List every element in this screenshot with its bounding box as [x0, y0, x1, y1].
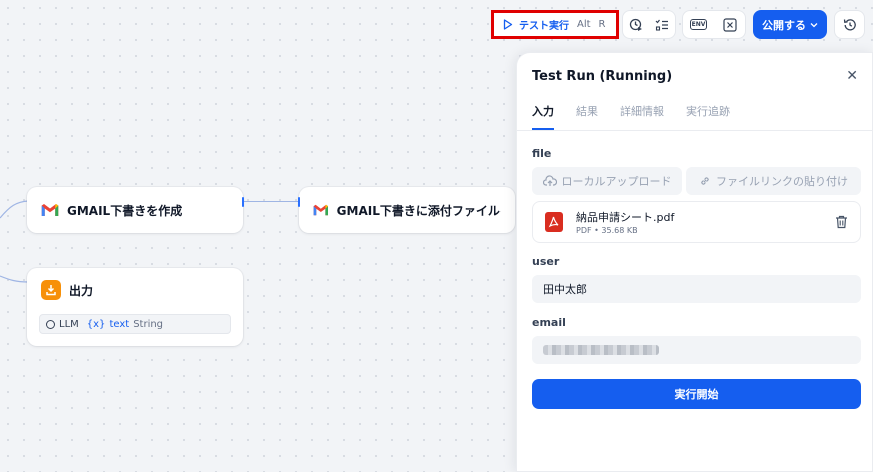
node-title: GMAIL下書きを作成 — [67, 203, 183, 218]
paste-file-link-button[interactable]: ファイルリンクの貼り付け — [686, 167, 861, 195]
cloud-upload-icon — [542, 175, 557, 186]
variable-type: String — [133, 318, 164, 330]
file-name: 納品申請シート.pdf — [576, 211, 675, 224]
tab-trace[interactable]: 実行追跡 — [686, 103, 730, 130]
variable-icon — [722, 17, 737, 32]
tab-divider — [517, 130, 872, 131]
chevron-down-icon — [810, 22, 818, 27]
local-upload-button[interactable]: ローカルアップロード — [532, 167, 682, 195]
link-icon — [701, 177, 709, 185]
shortcut-key: R — [598, 19, 606, 30]
play-icon — [503, 19, 513, 30]
paste-file-link-label: ファイルリンクの貼り付け — [716, 175, 848, 188]
publish-label: 公開する — [762, 18, 806, 32]
history-button[interactable] — [834, 10, 865, 39]
email-input[interactable] — [532, 336, 861, 364]
node-output[interactable]: 出力 LLM {x} text String — [27, 268, 243, 346]
panel-title: Test Run (Running) — [532, 69, 673, 84]
gmail-icon — [41, 204, 59, 216]
file-type: PDF — [576, 226, 592, 235]
history-icon — [843, 18, 856, 31]
local-upload-label: ローカルアップロード — [561, 175, 672, 188]
node-title: GMAIL下書きに添付ファイルを... — [336, 203, 501, 218]
user-label: user — [532, 255, 560, 268]
file-meta-separator: • — [594, 226, 599, 235]
test-run-panel: Test Run (Running) ✕ 入力 結果 詳細情報 実行追跡 fil… — [516, 52, 873, 472]
file-meta: PDF • 35.68 KB — [576, 226, 638, 235]
panel-tabs: 入力 結果 詳細情報 実行追跡 — [532, 103, 730, 130]
redacted-email-value — [543, 345, 659, 355]
edge-incoming-create — [0, 200, 29, 219]
toolbar-group-tools — [622, 10, 676, 39]
edge-incoming-output — [0, 275, 29, 283]
output-variable[interactable]: LLM {x} text String — [39, 314, 231, 334]
node-gmail-add-attachment[interactable]: GMAIL下書きに添付ファイルを... — [298, 187, 515, 233]
checklist-icon — [655, 19, 668, 31]
file-label: file — [532, 147, 552, 160]
output-node-icon — [41, 280, 61, 300]
gmail-icon — [313, 204, 329, 216]
variable-source: LLM — [59, 318, 79, 330]
user-input[interactable]: 田中太郎 — [532, 275, 861, 303]
toolbar-group-env: ENV — [682, 10, 746, 39]
tab-result[interactable]: 結果 — [576, 103, 598, 130]
input-handle[interactable] — [298, 197, 300, 207]
start-run-button[interactable]: 実行開始 — [532, 379, 861, 409]
env-button[interactable]: ENV — [686, 12, 712, 38]
test-run-label: テスト実行 — [519, 21, 569, 32]
env-icon: ENV — [689, 19, 708, 30]
test-run-button[interactable]: テスト実行 Alt R — [491, 10, 619, 39]
trash-icon — [836, 215, 847, 229]
run-history-button[interactable] — [623, 12, 649, 38]
uploaded-file-card: 納品申請シート.pdf PDF • 35.68 KB — [532, 201, 861, 243]
variable-button[interactable] — [717, 12, 743, 38]
tab-input[interactable]: 入力 — [532, 103, 554, 130]
edge-create-to-attach — [244, 201, 300, 202]
shortcut-alt: Alt — [577, 19, 591, 30]
close-icon[interactable]: ✕ — [846, 68, 858, 84]
node-gmail-create-draft[interactable]: GMAIL下書きを作成 — [27, 187, 244, 233]
output-handle[interactable] — [242, 197, 244, 207]
variable-name: text — [109, 318, 130, 330]
tab-details[interactable]: 詳細情報 — [620, 103, 664, 130]
pdf-file-icon — [545, 212, 563, 232]
variable-marker: {x} — [86, 318, 106, 330]
node-title: 出力 — [69, 283, 94, 298]
delete-file-button[interactable] — [835, 214, 848, 233]
llm-icon — [46, 319, 55, 329]
clock-play-icon — [629, 18, 642, 31]
file-size: 35.68 KB — [601, 226, 638, 235]
publish-button[interactable]: 公開する — [753, 10, 827, 39]
email-label: email — [532, 316, 566, 329]
checklist-button[interactable] — [649, 12, 675, 38]
